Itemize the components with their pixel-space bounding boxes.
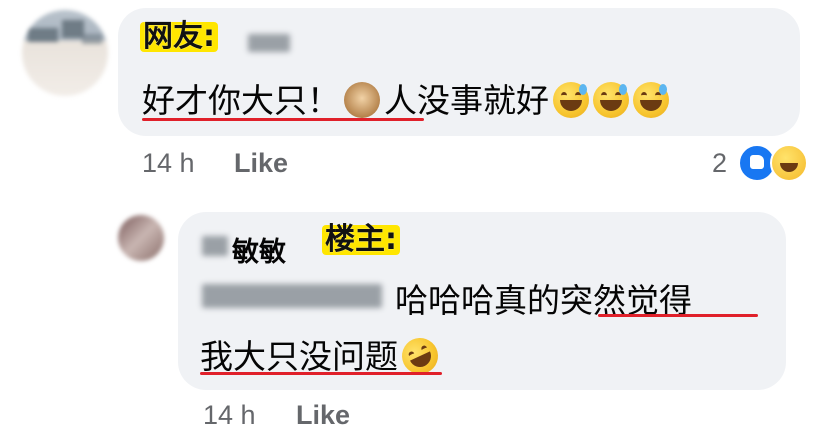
reaction-count[interactable]: 2 [712, 148, 727, 179]
comment-underline [142, 118, 424, 121]
mentioned-name-redacted[interactable] [202, 284, 382, 308]
grinning-sweat-emoji-icon [553, 82, 589, 118]
speak-no-evil-monkey-icon [344, 82, 380, 118]
comment-timestamp[interactable]: 14 h [142, 148, 195, 179]
like-button[interactable]: Like [234, 148, 288, 179]
grinning-sweat-emoji-icon [593, 82, 629, 118]
reply-name[interactable]: 敏敏 [232, 230, 286, 269]
reply-underline-1 [598, 314, 758, 317]
reply-avatar[interactable] [118, 215, 164, 261]
reply-like-button[interactable]: Like [296, 400, 350, 431]
commenter-name-redacted[interactable] [248, 34, 290, 52]
commenter-avatar[interactable] [22, 10, 108, 96]
reply-name-redacted[interactable] [202, 236, 228, 256]
reply-underline-2 [200, 372, 442, 375]
author-tag: 楼主: [322, 225, 400, 255]
reply-text-line2: 我大只没问题 [200, 330, 444, 380]
comment-text: 好才你大只！ 人没事就好 [142, 74, 669, 122]
reply-text-line2-text: 我大只没问题 [200, 337, 398, 376]
comment-text-part1: 好才你大只！ [142, 81, 340, 120]
reply-timestamp[interactable]: 14 h [203, 400, 256, 431]
haha-reaction-icon[interactable] [770, 144, 808, 182]
comment-text-part2: 人没事就好 [384, 81, 549, 120]
grinning-sweat-emoji-icon [633, 82, 669, 118]
commenter-tag: 网友: [140, 22, 218, 52]
